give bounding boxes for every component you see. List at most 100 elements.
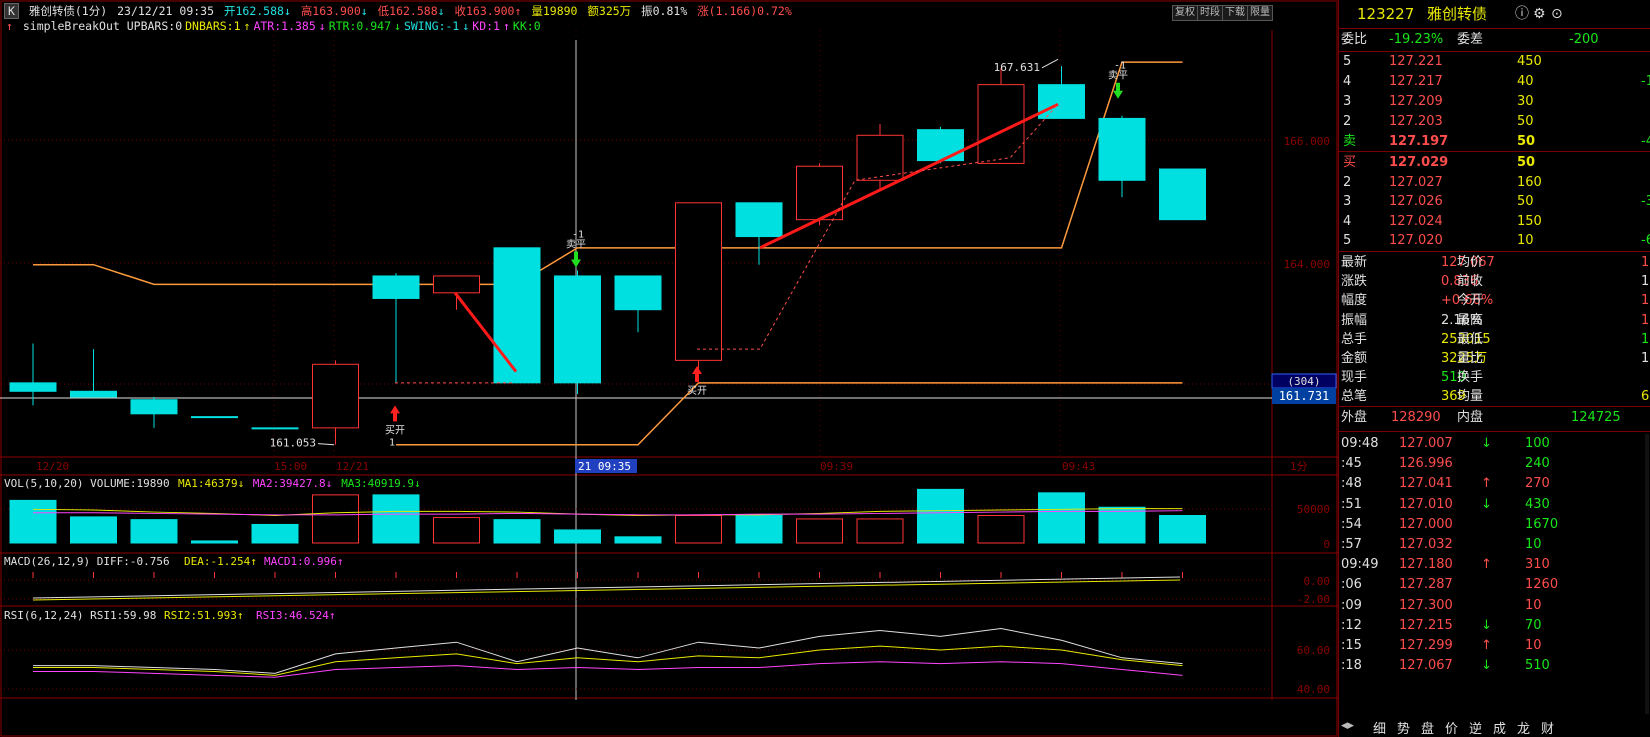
vol-ma-1: MA2:39427.8↓ [253, 477, 332, 490]
ask-level: 3 [1343, 94, 1352, 109]
candlestick-chart[interactable]: 166.000 164.000 (304)161.731 167.631 161.053… [0, 0, 1338, 737]
rsi-line-rsi2 [33, 645, 1183, 676]
signal-sub: 1 [389, 437, 395, 448]
rsi-title: RSI(6,12,24) RSI1:59.98 [4, 609, 156, 622]
ask-row: 3 127.209 30 [1339, 92, 1650, 112]
rsi-rsi2: RSI2:51.993↑ [164, 609, 243, 622]
x-label-4: 09:39 [820, 460, 853, 473]
stat-row: 金额3225万量比15.69 [1339, 349, 1650, 369]
rsi-rsi3: RSI3:46.524↑ [256, 609, 335, 622]
panel-tab-7[interactable]: 财 [1541, 718, 1554, 737]
stat-label: 量比 [1457, 351, 1484, 366]
stat-row: 现手 510 换手 [1339, 368, 1650, 388]
ask-volume: 40 [1517, 74, 1534, 89]
stat-row: 最新127.067均价127.478 [1339, 253, 1650, 273]
signal-sell-arrow-icon [571, 251, 581, 268]
settings-icon[interactable]: ⚙ [1533, 4, 1546, 24]
panel-tab-2[interactable]: 盘 [1421, 718, 1434, 737]
bid-level: 4 [1343, 213, 1352, 229]
ask-price: 127.221 [1389, 54, 1443, 69]
panel-tab-1[interactable]: 势 [1397, 718, 1410, 737]
vol-bar [70, 516, 117, 544]
ask-volume: 50 [1517, 114, 1534, 129]
indicator-item-6: ↓ [394, 19, 401, 33]
limit-button[interactable]: 限量 [1247, 5, 1273, 21]
stat-value: 686 [1641, 389, 1650, 405]
tick-volume: 1670 [1525, 516, 1559, 532]
tick-row: 09:49 127.180 ↑ 310 [1339, 555, 1650, 575]
tick-time: :57 [1341, 537, 1362, 552]
annotation-low: 161.053 [270, 437, 316, 450]
bid-change: -60 [1641, 233, 1650, 248]
rsi-tick-60: 60.00 [1297, 644, 1330, 657]
inner-label: 内盘 [1457, 410, 1484, 425]
panel-tab-0[interactable]: 细 [1373, 718, 1386, 737]
panel-tab-6[interactable]: 龙 [1517, 718, 1530, 737]
tab-prev-icon[interactable]: ◂▸ [1341, 718, 1354, 733]
bid-price: 127.029 [1389, 155, 1449, 170]
stat-value: 128.630 [1641, 312, 1650, 328]
stat-label: 总手 [1341, 331, 1368, 347]
tick-row: :45 126.996 240 [1339, 454, 1650, 474]
candle-body [614, 275, 662, 311]
ask-row: 5 127.221 450 [1339, 52, 1650, 72]
tick-volume: 510 [1525, 658, 1550, 674]
indicator-item-10: ↑ [502, 19, 510, 33]
macd-diff-line [32, 576, 1181, 599]
adjust-button[interactable]: 复权 [1172, 5, 1198, 21]
bid-level: 5 [1343, 233, 1352, 248]
stat-label: 金额 [1341, 351, 1368, 366]
candle-body [856, 134, 904, 181]
vol-bar [977, 515, 1025, 544]
annotation-high: 167.631 [994, 61, 1040, 74]
tick-row: :12 127.215 ↓ 70 [1339, 616, 1650, 636]
ask-level: 卖 [1343, 134, 1357, 149]
current-price-label: 161.731 [1279, 389, 1330, 403]
candle-body [554, 275, 601, 384]
info-icon[interactable]: ⓘ [1515, 4, 1529, 24]
tick-price: 127.000 [1399, 516, 1453, 532]
panel-tab-3[interactable]: 价 [1445, 718, 1458, 737]
candle-body [917, 129, 964, 162]
panel-tab-bar: ◂▸ 细势盘价逆成龙财 [1339, 716, 1650, 737]
indicator-item-3: ATR:1.385 [253, 19, 316, 33]
x-label-6: 1分 [1290, 460, 1308, 473]
ask-change: -10 [1641, 74, 1650, 89]
vol-bar [1098, 506, 1146, 544]
bid-volume: 50 [1517, 194, 1534, 209]
vol-bar [251, 523, 299, 544]
macd-tick-neg2: -2.00 [1297, 593, 1330, 606]
chart-area[interactable]: 166.000 164.000 (304) 161.731 167.631 161.053… [0, 0, 1338, 737]
candle-body [1159, 168, 1206, 221]
candle-body [251, 427, 299, 430]
tick-time: :51 [1341, 496, 1362, 512]
bid-row: 5 127.020 10 -60 [1339, 231, 1650, 251]
stat-label: 最高 [1457, 312, 1484, 328]
x-label-1: 15:00 [274, 460, 307, 473]
collapse-icon[interactable]: ⊙ [1551, 4, 1563, 24]
amount-value: 额325万 [587, 4, 632, 18]
download-button[interactable]: 下载 [1222, 5, 1248, 21]
panel-tab-5[interactable]: 成 [1493, 718, 1506, 737]
tick-volume: 1260 [1525, 577, 1559, 593]
vol-bar [614, 536, 662, 544]
annotation-low-leader [317, 443, 335, 446]
ask-row: 卖 127.197 50 -40 [1339, 132, 1650, 152]
panel-tab-4[interactable]: 逆 [1469, 718, 1482, 737]
period-button[interactable]: 时段 [1197, 5, 1223, 21]
vol-bar [1159, 515, 1206, 544]
tick-arrow-icon: ↑ [1481, 557, 1492, 573]
tick-price: 127.300 [1399, 597, 1453, 613]
vol-bar [372, 494, 420, 544]
candle-body [493, 247, 541, 384]
stat-label: 今开 [1457, 293, 1484, 309]
stat-label: 幅度 [1341, 293, 1368, 309]
tick-price: 127.007 [1399, 436, 1453, 451]
price-tick-166: 166.000 [1284, 135, 1330, 148]
tick-price: 127.287 [1399, 577, 1453, 593]
vol-bar [796, 518, 843, 544]
candle-body [372, 275, 420, 299]
tick-scrollbar[interactable] [1645, 434, 1649, 714]
tick-time: :45 [1341, 456, 1362, 472]
open-value: 开162.588 [223, 4, 284, 18]
